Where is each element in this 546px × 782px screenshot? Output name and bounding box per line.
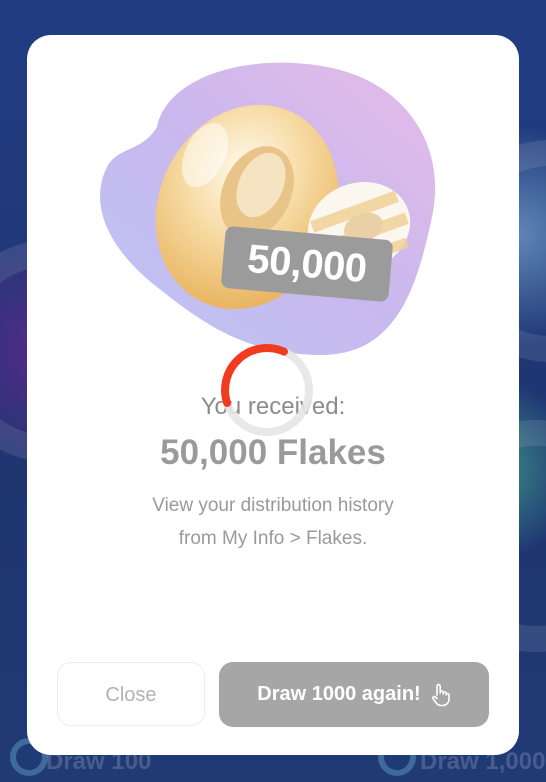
flakes-reward-illustration: [100, 62, 436, 356]
close-button[interactable]: Close: [57, 662, 205, 726]
draw-again-button[interactable]: Draw 1000 again!: [219, 662, 489, 727]
distribution-history-description: View your distribution history from My I…: [27, 489, 519, 555]
pointer-hand-icon: [431, 683, 450, 706]
loading-spinner-icon: [221, 344, 313, 436]
description-line-2: from My Info > Flakes.: [178, 528, 368, 549]
reward-dialog: 50,000 You received: 50,000 Flakes View …: [27, 35, 519, 755]
draw-again-label: Draw 1000 again!: [257, 683, 421, 705]
description-line-1: View your distribution history: [152, 495, 394, 516]
